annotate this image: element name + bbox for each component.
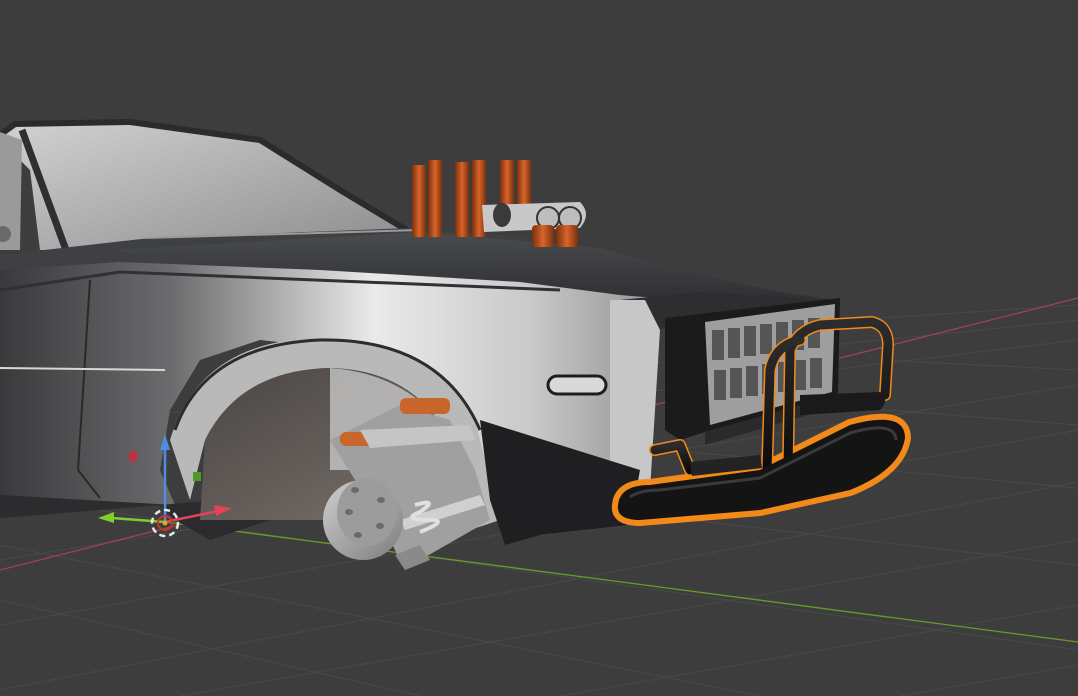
yz-plane-handle[interactable] [193,472,201,481]
viewport-scene[interactable] [0,0,1078,696]
3d-viewport[interactable] [0,0,1078,696]
y-axis-line [149,519,1078,643]
blower-engine[interactable] [412,160,586,247]
y-axis-arrow-head[interactable] [98,512,114,523]
xz-plane-handle[interactable] [129,450,137,463]
side-marker-light [546,374,608,396]
